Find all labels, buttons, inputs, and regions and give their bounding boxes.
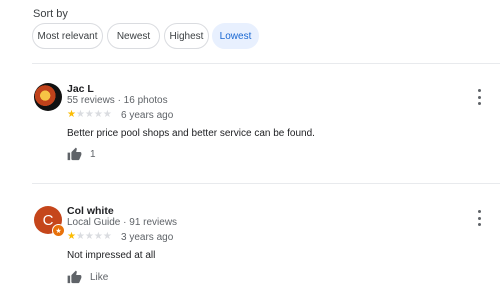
star-icon: ★★★★ bbox=[75, 109, 112, 120]
sort-chip-most-relevant[interactable]: Most relevant bbox=[32, 23, 103, 49]
more-vert-icon[interactable] bbox=[476, 210, 482, 226]
like-label: Like bbox=[90, 272, 109, 283]
review-text: Better price pool shops and better servi… bbox=[67, 128, 315, 139]
star-icon: ★★★★ bbox=[75, 231, 112, 242]
like-button[interactable]: Like bbox=[67, 270, 108, 285]
review-text: Not impressed at all bbox=[67, 250, 156, 261]
reviewer-name[interactable]: Jac L bbox=[67, 83, 94, 95]
divider bbox=[32, 63, 500, 64]
reviewer-name[interactable]: Col white bbox=[67, 205, 114, 217]
more-vert-icon[interactable] bbox=[476, 89, 482, 105]
sort-chip-newest[interactable]: Newest bbox=[107, 23, 160, 49]
avatar[interactable] bbox=[34, 83, 62, 111]
reviewer-meta: 55 reviews · 16 photos bbox=[67, 95, 168, 106]
reviewer-meta: Local Guide · 91 reviews bbox=[67, 217, 178, 228]
avatar-letter: C bbox=[42, 211, 54, 229]
review-date: 3 years ago bbox=[121, 232, 174, 243]
review-date: 6 years ago bbox=[121, 110, 174, 121]
sort-chip-highest[interactable]: Highest bbox=[164, 23, 209, 49]
thumbs-up-icon bbox=[67, 270, 82, 284]
like-button[interactable]: 1 bbox=[67, 147, 96, 162]
local-guide-badge-icon: ★ bbox=[52, 224, 65, 237]
thumbs-up-icon bbox=[67, 147, 82, 161]
star-icon: ★ bbox=[67, 109, 76, 120]
star-icon: ★ bbox=[67, 231, 76, 242]
sort-label: Sort by bbox=[33, 8, 68, 20]
star-rating: ★★★★★ bbox=[67, 109, 112, 120]
sort-chip-lowest[interactable]: Lowest bbox=[212, 23, 259, 49]
divider bbox=[32, 183, 500, 184]
like-count: 1 bbox=[90, 149, 96, 160]
star-rating: ★★★★★ bbox=[67, 231, 112, 242]
avatar[interactable]: C ★ bbox=[34, 206, 65, 237]
